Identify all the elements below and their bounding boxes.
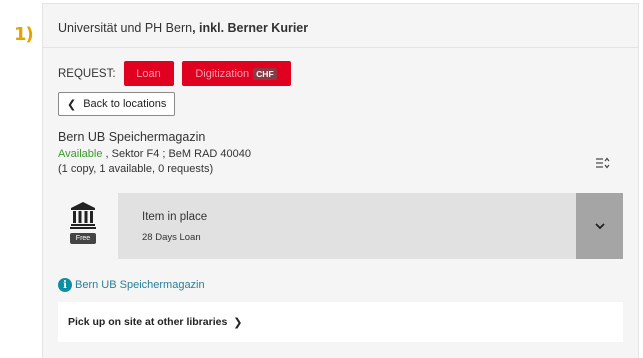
item-card[interactable]: Free Item in place 28 Days Loan xyxy=(58,193,623,259)
item-status: Item in place xyxy=(142,211,208,223)
info-icon: i xyxy=(58,278,72,292)
location-info-row: i Bern UB Speichermagazin xyxy=(58,278,205,292)
availability-line: Available , Sektor F4 ; BeM RAD 40040 xyxy=(58,148,251,160)
copies-summary: (1 copy, 1 available, 0 requests) xyxy=(58,163,214,175)
sort-icon[interactable] xyxy=(596,157,610,172)
request-row: REQUEST: Loan Digitization CHF xyxy=(58,61,291,86)
location-info-link[interactable]: Bern UB Speichermagazin xyxy=(75,279,205,291)
chf-badge: CHF xyxy=(253,67,277,80)
chevron-right-icon: ❯ xyxy=(233,316,243,329)
digitization-button[interactable]: Digitization CHF xyxy=(181,61,291,86)
back-button-label: Back to locations xyxy=(83,98,167,110)
loan-button-label: Loan xyxy=(136,67,161,80)
pickup-label: Pick up on site at other libraries xyxy=(68,316,228,328)
item-icon-box: Free xyxy=(58,193,118,259)
availability-status: Available xyxy=(58,148,103,160)
pickup-other-libraries[interactable]: Pick up on site at other libraries ❯ xyxy=(58,302,623,342)
back-to-locations-button[interactable]: ❮ Back to locations xyxy=(58,92,175,116)
item-policy: 28 Days Loan xyxy=(142,232,201,243)
institution-main: Universität und PH Bern xyxy=(58,21,193,35)
free-badge: Free xyxy=(70,233,96,244)
digitization-button-label: Digitization xyxy=(195,67,250,80)
chevron-left-icon: ❮ xyxy=(67,98,77,111)
loan-button[interactable]: Loan xyxy=(123,61,174,86)
holdings-panel: Universität und PH Bern, inkl. Berner Ku… xyxy=(42,3,639,358)
step-number: 1) xyxy=(14,24,34,45)
location-details: , Sektor F4 ; BeM RAD 40040 xyxy=(102,148,252,160)
institution-name: Universität und PH Bern, inkl. Berner Ku… xyxy=(58,21,308,35)
institution-suffix: , inkl. Berner Kurier xyxy=(192,21,309,35)
item-info: Item in place 28 Days Loan xyxy=(118,193,576,259)
divider xyxy=(43,47,638,48)
location-name: Bern UB Speichermagazin xyxy=(58,130,206,144)
request-label: REQUEST: xyxy=(58,67,116,80)
library-building-icon xyxy=(70,202,96,229)
expand-item-button[interactable] xyxy=(576,193,623,259)
chevron-down-icon xyxy=(594,223,605,230)
